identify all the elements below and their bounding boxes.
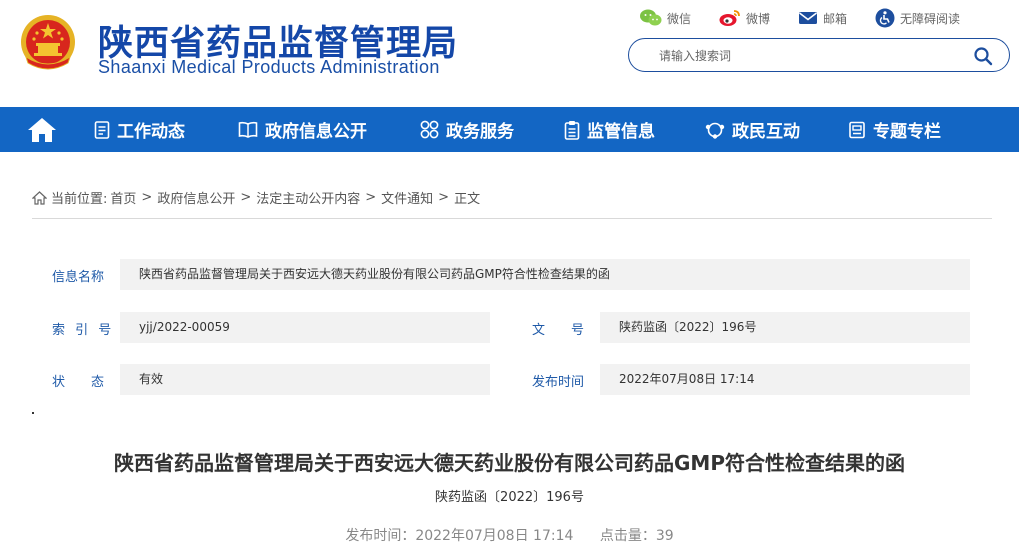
search-box bbox=[628, 38, 1010, 73]
document-list-icon bbox=[94, 120, 110, 139]
breadcrumb-item[interactable]: 首页 bbox=[110, 188, 136, 207]
stray-dot bbox=[32, 412, 34, 414]
weibo-link[interactable]: 微博 bbox=[719, 9, 770, 27]
folder-icon bbox=[849, 121, 865, 138]
nav-label: 政务服务 bbox=[446, 122, 514, 142]
home-outline-icon bbox=[32, 190, 47, 205]
info-pubtime-label: 发布时间 bbox=[532, 375, 585, 390]
nav-item-gov-services[interactable]: 政务服务 bbox=[420, 107, 514, 152]
grid-circles-icon bbox=[420, 120, 439, 139]
breadcrumb-divider bbox=[32, 218, 992, 219]
breadcrumb-prefix: 当前位置: bbox=[51, 192, 108, 207]
nav-label: 政民互动 bbox=[732, 122, 800, 142]
accessibility-label: 无障碍阅读 bbox=[900, 11, 961, 26]
breadcrumb-current: 正文 bbox=[454, 192, 481, 207]
accessibility-link[interactable]: 无障碍阅读 bbox=[875, 8, 960, 28]
article-title: 陕西省药品监督管理局关于西安远大德天药业股份有限公司药品GMP符合性检查结果的函 bbox=[114, 451, 905, 475]
nav-item-regulation-info[interactable]: 监管信息 bbox=[564, 107, 655, 152]
accessibility-icon bbox=[875, 8, 895, 28]
info-pubtime-value: 2022年07月08日 17:14 bbox=[600, 364, 970, 395]
breadcrumb-separator: > bbox=[141, 190, 153, 205]
breadcrumb-separator: > bbox=[365, 190, 377, 205]
email-label: 邮箱 bbox=[823, 11, 848, 26]
breadcrumb-item[interactable]: 文件通知 bbox=[381, 188, 433, 207]
article-meta: 发布时间：2022年07月08日 17:14 点击量：39 bbox=[0, 525, 1019, 545]
article-published: 发布时间：2022年07月08日 17:14 bbox=[345, 528, 574, 544]
nav-label: 工作动态 bbox=[117, 122, 185, 142]
nav-item-gov-info[interactable]: 政府信息公开 bbox=[238, 107, 367, 152]
nav-label: 专题专栏 bbox=[873, 122, 941, 142]
wechat-icon bbox=[640, 9, 662, 26]
weibo-label: 微博 bbox=[746, 11, 771, 26]
breadcrumb-separator: > bbox=[438, 190, 450, 205]
site-subtitle: Shaanxi Medical Products Administration bbox=[98, 57, 440, 77]
info-docno-value: 陕药监函〔2022〕196号 bbox=[600, 312, 970, 343]
wechat-label: 微信 bbox=[667, 11, 692, 26]
search-input[interactable] bbox=[657, 39, 981, 73]
nav-item-work-news[interactable]: 工作动态 bbox=[94, 107, 185, 152]
info-status-value: 有效 bbox=[120, 364, 490, 395]
nav-label: 政府信息公开 bbox=[265, 122, 367, 142]
main-nav: 工作动态 政府信息公开 政务服务 监管信息 政民互动 专题专栏 bbox=[0, 107, 1019, 152]
clipboard-icon bbox=[564, 120, 580, 140]
handshake-icon bbox=[705, 122, 725, 139]
article-doc-number: 陕药监函〔2022〕196号 bbox=[435, 490, 584, 505]
nav-item-interaction[interactable]: 政民互动 bbox=[705, 107, 800, 152]
mail-icon bbox=[799, 12, 818, 24]
info-docno-label: 文 号 bbox=[532, 323, 585, 338]
site-header: 陕西省药品监督管理局 Shaanxi Medical Products Admi… bbox=[0, 0, 1019, 107]
info-index-label: 索 引 号 bbox=[52, 323, 115, 338]
breadcrumb: 当前位置: 首页 > 政府信息公开 > 法定主动公开内容 > 文件通知 > 正文 bbox=[32, 188, 480, 207]
info-index-value: yjj/2022-00059 bbox=[120, 312, 490, 343]
book-icon bbox=[238, 121, 258, 138]
national-emblem-icon bbox=[21, 15, 75, 70]
home-icon[interactable] bbox=[26, 116, 58, 144]
wechat-link[interactable]: 微信 bbox=[640, 9, 691, 27]
breadcrumb-item[interactable]: 法定主动公开内容 bbox=[256, 188, 360, 207]
breadcrumb-separator: > bbox=[240, 190, 252, 205]
article-hits: 点击量：39 bbox=[599, 528, 674, 544]
breadcrumb-item[interactable]: 政府信息公开 bbox=[157, 188, 235, 207]
search-icon[interactable] bbox=[973, 46, 993, 66]
info-name-label: 信息名称 bbox=[52, 270, 105, 285]
info-status-label: 状 态 bbox=[52, 375, 105, 390]
nav-item-special-topics[interactable]: 专题专栏 bbox=[848, 107, 941, 152]
info-name-value: 陕西省药品监督管理局关于西安远大德天药业股份有限公司药品GMP符合性检查结果的函 bbox=[120, 259, 970, 290]
nav-label: 监管信息 bbox=[587, 122, 655, 142]
weibo-icon bbox=[719, 10, 740, 26]
email-link[interactable]: 邮箱 bbox=[798, 10, 847, 27]
top-links: 微信 微博 邮箱 无障碍阅读 bbox=[640, 8, 960, 28]
